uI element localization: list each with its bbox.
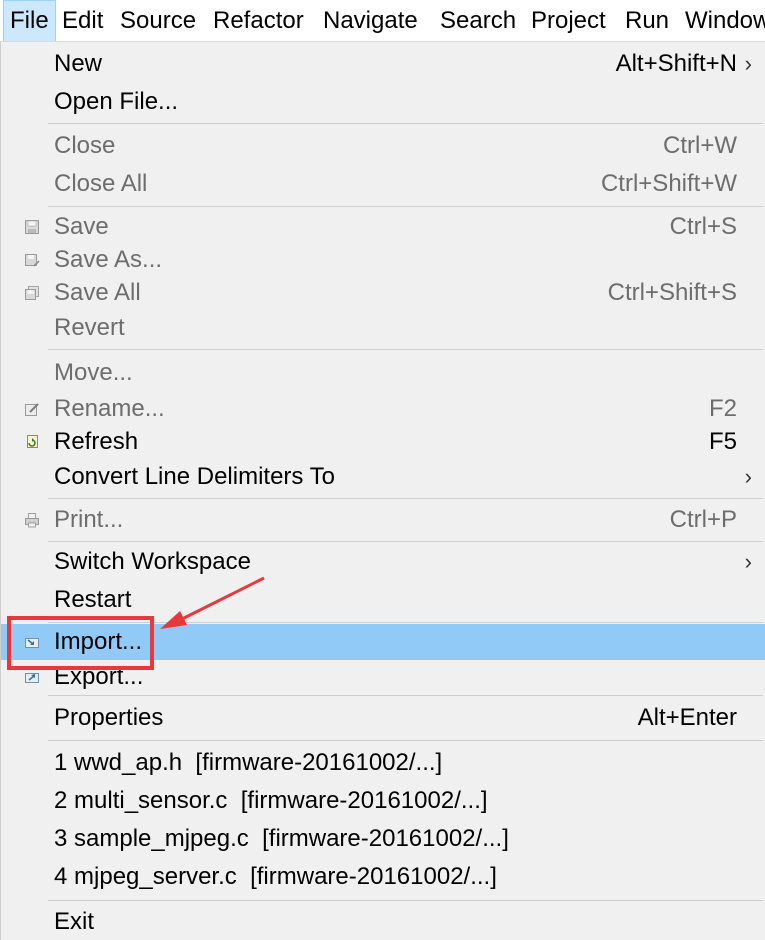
menubar-search[interactable]: Search [440, 0, 516, 41]
menu-item-label: Switch Workspace [54, 548, 251, 575]
menu-item-label: Import... [54, 628, 143, 655]
menu-separator [48, 206, 763, 207]
menu-item-label: Close All [54, 170, 148, 197]
menu-separator [48, 622, 763, 623]
menu-item-convert-line-delimiters[interactable]: Convert Line Delimiters To › [1, 459, 765, 495]
chevron-right-icon: › [744, 549, 752, 574]
recent-file-item[interactable]: 1 wwd_ap.h [firmware-20161002/...] [1, 745, 765, 781]
menu-item-restart[interactable]: Restart [1, 582, 765, 618]
save-as-icon [24, 252, 40, 268]
menu-item-new[interactable]: New Alt+Shift+N › [1, 46, 765, 82]
save-all-icon [24, 285, 40, 301]
menu-item-close-all[interactable]: Close All Ctrl+Shift+W [1, 166, 765, 202]
menu-item-label: Properties [54, 704, 164, 731]
menu-item-label: Convert Line Delimiters To [54, 463, 336, 490]
menu-item-label: Revert [54, 314, 125, 341]
menu-item-label: Move... [54, 359, 133, 386]
recent-file-item[interactable]: 2 multi_sensor.c [firmware-20161002/...] [1, 783, 765, 819]
menu-item-export[interactable]: Export... [1, 659, 765, 695]
menu-item-print[interactable]: Print... Ctrl+P [1, 502, 765, 538]
recent-file-item[interactable]: 3 sample_mjpeg.c [firmware-20161002/...] [1, 821, 765, 857]
menu-item-label: Refresh [54, 428, 139, 455]
file-menu-dropdown: New Alt+Shift+N › Open File... Close Ctr… [0, 42, 765, 940]
menu-item-shortcut: Ctrl+S [669, 213, 737, 240]
chevron-right-icon: › [744, 464, 752, 489]
menu-item-shortcut: Ctrl+P [669, 506, 737, 533]
print-icon [24, 512, 40, 528]
import-icon [24, 634, 40, 650]
rename-icon [24, 401, 40, 417]
menu-item-close[interactable]: Close Ctrl+W [1, 128, 765, 164]
menubar-source[interactable]: Source [120, 0, 196, 41]
menu-item-refresh[interactable]: Refresh F5 [1, 424, 765, 460]
menubar-project[interactable]: Project [531, 0, 606, 41]
menubar-refactor[interactable]: Refactor [213, 0, 304, 41]
menubar-edit[interactable]: Edit [62, 0, 103, 41]
menubar-window[interactable]: Window [685, 0, 765, 41]
menu-separator [48, 498, 763, 499]
refresh-icon [24, 434, 40, 450]
menu-item-open-file[interactable]: Open File... [1, 84, 765, 120]
menu-item-label: Print... [54, 506, 124, 533]
menu-item-shortcut: F2 [708, 395, 737, 422]
menu-item-properties[interactable]: Properties Alt+Enter [1, 700, 765, 736]
menu-separator [48, 695, 763, 696]
menu-item-save-all[interactable]: Save All Ctrl+Shift+S [1, 275, 765, 311]
recent-file-label: 1 wwd_ap.h [firmware-20161002/...] [54, 749, 443, 776]
save-icon [24, 219, 40, 235]
menu-separator [48, 541, 763, 542]
menu-item-label: Exit [54, 908, 95, 935]
menu-item-label: Open File... [54, 88, 179, 115]
menubar-file[interactable]: File [3, 0, 56, 41]
menu-item-label: Close [54, 132, 116, 159]
menu-item-label: Save [54, 213, 109, 240]
menu-item-label: Save As... [54, 246, 163, 273]
menu-item-shortcut: Ctrl+Shift+S [607, 279, 737, 306]
menu-item-shortcut: Ctrl+W [663, 132, 737, 159]
menu-item-save-as[interactable]: Save As... [1, 242, 765, 278]
menu-item-label: Export... [54, 663, 144, 690]
menu-item-revert[interactable]: Revert [1, 310, 765, 346]
menu-item-label: Rename... [54, 395, 165, 422]
recent-file-label: 3 sample_mjpeg.c [firmware-20161002/...] [54, 825, 509, 852]
menu-item-label: Save All [54, 279, 141, 306]
menu-item-shortcut: Alt+Shift+N [615, 50, 737, 77]
menu-item-move[interactable]: Move... [1, 355, 765, 391]
chevron-right-icon: › [744, 51, 752, 76]
menubar-run[interactable]: Run [625, 0, 669, 41]
menubar-navigate[interactable]: Navigate [323, 0, 418, 41]
menu-item-shortcut: F5 [708, 428, 737, 455]
menu-separator [48, 900, 763, 901]
recent-file-label: 2 multi_sensor.c [firmware-20161002/...] [54, 787, 488, 814]
recent-file-item[interactable]: 4 mjpeg_server.c [firmware-20161002/...] [1, 859, 765, 895]
recent-file-label: 4 mjpeg_server.c [firmware-20161002/...] [54, 863, 497, 890]
menu-bar: File Edit Source Refactor Navigate Searc… [0, 0, 765, 42]
menu-item-shortcut: Alt+Enter [637, 704, 737, 731]
menu-item-rename[interactable]: Rename... F2 [1, 391, 765, 427]
menu-separator [48, 123, 763, 124]
menu-item-label: New [54, 50, 103, 77]
menu-item-shortcut: Ctrl+Shift+W [600, 170, 737, 197]
menu-item-label: Restart [54, 586, 132, 613]
menu-item-exit[interactable]: Exit [1, 904, 765, 940]
menu-item-save[interactable]: Save Ctrl+S [1, 209, 765, 245]
export-icon [24, 669, 40, 685]
menu-item-import[interactable]: Import... [1, 624, 765, 660]
menu-item-switch-workspace[interactable]: Switch Workspace › [1, 544, 765, 580]
menu-separator [48, 740, 763, 741]
menu-separator [48, 349, 763, 350]
